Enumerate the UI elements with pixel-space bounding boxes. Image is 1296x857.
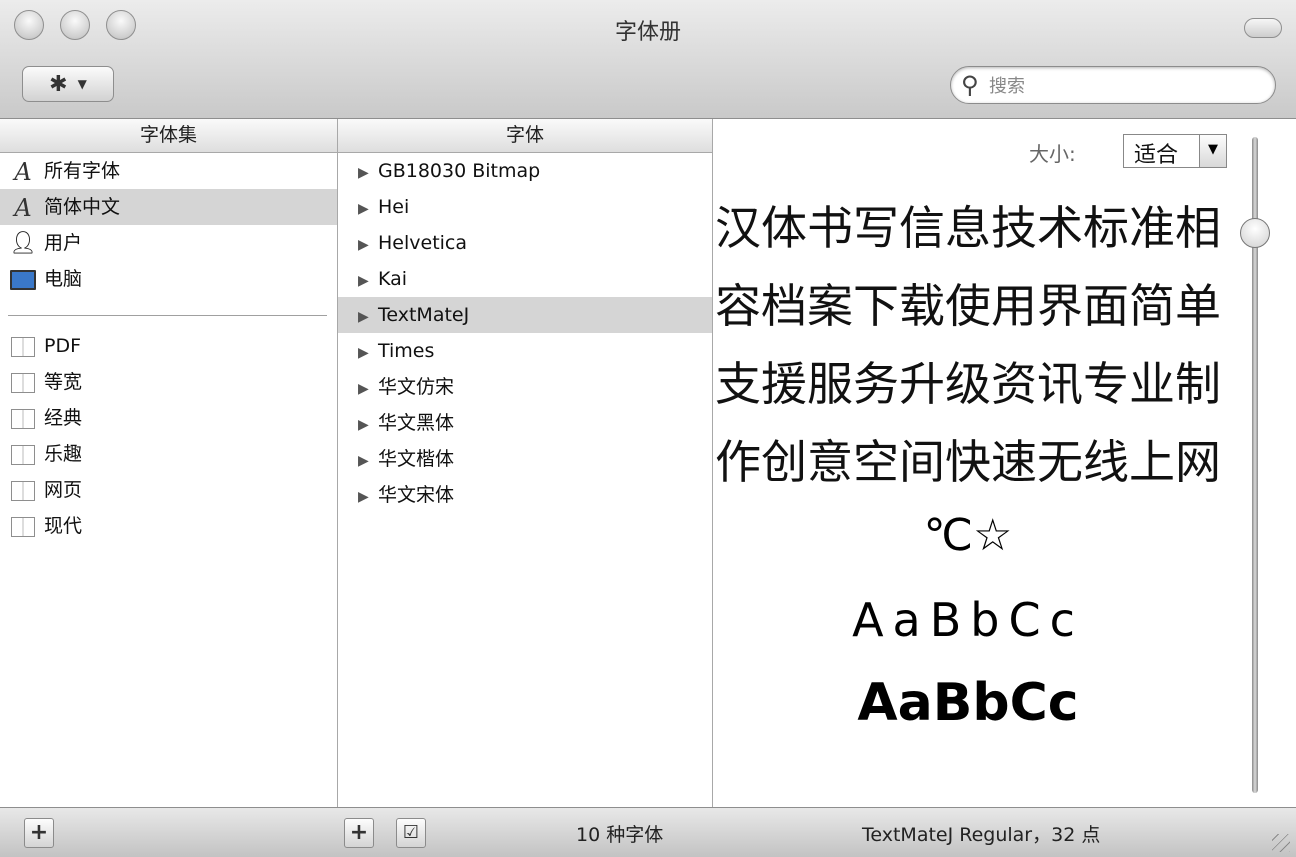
size-select[interactable]: 适合 ▼ xyxy=(1123,134,1227,168)
font-label: 华文仿宋 xyxy=(378,376,455,398)
collection-item-web[interactable]: 网页 xyxy=(0,472,337,508)
search-field[interactable]: ⚲ xyxy=(950,66,1276,104)
collection-label: 乐趣 xyxy=(44,443,83,465)
preview-line: 汉体书写信息技术标准相 xyxy=(715,201,1221,255)
collection-label: 经典 xyxy=(44,407,83,429)
selected-font-info: TextMateJ Regular，32 点 xyxy=(862,824,1101,846)
collection-divider xyxy=(8,315,327,316)
collection-item-fun[interactable]: 乐趣 xyxy=(0,436,337,472)
collection-item-modern[interactable]: 现代 xyxy=(0,508,337,544)
collections-pane: 字体集 A 所有字体 A 简体中文 👤︎ 用户 电脑 PDF 等宽 经典 乐趣 网页 xyxy=(0,119,338,807)
font-label: Kai xyxy=(378,268,408,290)
collection-icon xyxy=(8,401,38,437)
font-item[interactable]: ▶ Kai xyxy=(338,261,712,297)
preview-symbols: ℃☆ xyxy=(923,510,1013,561)
disclosure-triangle-icon[interactable]: ▶ xyxy=(358,299,378,335)
chevron-down-icon[interactable]: ▼ xyxy=(1199,135,1226,167)
action-menu-button[interactable]: ✱ ▼ xyxy=(22,66,114,102)
preview-line: 支援服务升级资讯专业制 xyxy=(715,357,1221,411)
disclosure-triangle-icon[interactable]: ▶ xyxy=(358,227,378,263)
collection-label: 简体中文 xyxy=(44,196,121,218)
font-label: TextMateJ xyxy=(378,304,470,326)
size-label: 大小: xyxy=(1029,142,1076,166)
collection-item-pdf[interactable]: PDF xyxy=(0,328,337,364)
search-input[interactable] xyxy=(987,73,1261,99)
script-a-icon: A xyxy=(14,157,32,186)
font-label: Hei xyxy=(378,196,410,218)
font-preview: 汉体书写信息技术标准相 容档案下载使用界面简单 支援服务升级资讯专业制 作创意空… xyxy=(713,189,1223,745)
window-title: 字体册 xyxy=(614,20,681,45)
collection-item-computer[interactable]: 电脑 xyxy=(0,261,337,297)
collection-label: 等宽 xyxy=(44,371,83,393)
plus-icon: + xyxy=(349,820,369,845)
font-label: 华文楷体 xyxy=(378,448,455,470)
font-label: Helvetica xyxy=(378,232,468,254)
collection-icon xyxy=(8,365,38,401)
disclosure-triangle-icon[interactable]: ▶ xyxy=(358,155,378,191)
collection-label: 现代 xyxy=(44,515,83,537)
status-bar: + + ☑ 10 种字体 TextMateJ Regular，32 点 xyxy=(0,807,1296,857)
font-label: Times xyxy=(378,340,435,362)
disclosure-triangle-icon[interactable]: ▶ xyxy=(358,443,378,479)
collection-icon xyxy=(8,473,38,509)
checkbox-icon: ☑ xyxy=(402,822,420,843)
font-label: 华文黑体 xyxy=(378,412,455,434)
collection-item-monospace[interactable]: 等宽 xyxy=(0,364,337,400)
computer-icon xyxy=(8,262,38,298)
collection-label: 用户 xyxy=(44,232,83,254)
collection-icon xyxy=(8,437,38,473)
chevron-down-icon: ▼ xyxy=(77,77,87,91)
font-label: 华文宋体 xyxy=(378,484,455,506)
search-icon: ⚲ xyxy=(961,71,979,99)
font-count: 10 种字体 xyxy=(576,824,664,846)
collection-item-classic[interactable]: 经典 xyxy=(0,400,337,436)
collection-label: 所有字体 xyxy=(44,160,121,182)
preview-latin-bold: AaBbCc xyxy=(857,673,1079,733)
font-book-window: 字体册 ✱ ▼ ⚲ 字体集 A 所有字体 A 简体中文 👤︎ 用户 电脑 PDF xyxy=(0,0,1296,857)
fonts-header[interactable]: 字体 xyxy=(338,119,712,153)
size-slider-knob[interactable] xyxy=(1240,218,1270,249)
add-font-button[interactable]: + xyxy=(344,818,374,848)
add-collection-button[interactable]: + xyxy=(24,818,54,848)
plus-icon: + xyxy=(29,820,49,845)
font-item[interactable]: ▶ GB18030 Bitmap xyxy=(338,153,712,189)
collection-item-simplified-chinese[interactable]: A 简体中文 xyxy=(0,189,337,225)
disclosure-triangle-icon[interactable]: ▶ xyxy=(358,407,378,443)
preview-latin-regular: AaBbCc xyxy=(852,593,1084,647)
toolbar-toggle-button[interactable] xyxy=(1244,18,1282,38)
disclosure-triangle-icon[interactable]: ▶ xyxy=(358,263,378,299)
font-item-selected[interactable]: ▶ TextMateJ xyxy=(338,297,712,333)
disclosure-triangle-icon[interactable]: ▶ xyxy=(358,335,378,371)
title-toolbar: 字体册 ✱ ▼ ⚲ xyxy=(0,0,1296,119)
script-a-icon: A xyxy=(14,193,32,222)
resize-grip-icon[interactable] xyxy=(1272,834,1290,852)
font-item[interactable]: ▶ Helvetica xyxy=(338,225,712,261)
font-item[interactable]: ▶ 华文黑体 xyxy=(338,405,712,441)
collection-icon xyxy=(8,509,38,545)
enable-font-button[interactable]: ☑ xyxy=(396,818,426,848)
disclosure-triangle-icon[interactable]: ▶ xyxy=(358,371,378,407)
preview-line: 作创意空间快速无线上网 xyxy=(715,435,1221,489)
fonts-pane: 字体 ▶ GB18030 Bitmap ▶ Hei ▶ Helvetica ▶ Kai … xyxy=(338,119,713,807)
font-item[interactable]: ▶ 华文楷体 xyxy=(338,441,712,477)
collection-item-all-fonts[interactable]: A 所有字体 xyxy=(0,153,337,189)
collection-label: 电脑 xyxy=(44,268,83,290)
gear-icon: ✱ xyxy=(49,71,68,97)
size-value: 适合 xyxy=(1134,143,1179,168)
collection-icon xyxy=(8,329,38,365)
font-item[interactable]: ▶ 华文宋体 xyxy=(338,477,712,513)
disclosure-triangle-icon[interactable]: ▶ xyxy=(358,479,378,515)
collections-header[interactable]: 字体集 xyxy=(0,119,337,153)
preview-line: 容档案下载使用界面简单 xyxy=(715,279,1221,333)
collection-item-user[interactable]: 👤︎ 用户 xyxy=(0,225,337,261)
font-label: GB18030 Bitmap xyxy=(378,160,541,182)
font-item[interactable]: ▶ 华文仿宋 xyxy=(338,369,712,405)
preview-pane: 大小: 适合 ▼ 汉体书写信息技术标准相 容档案下载使用界面简单 支援服务升级资… xyxy=(713,119,1296,807)
collection-label: 网页 xyxy=(44,479,83,501)
collection-label: PDF xyxy=(44,335,82,357)
font-item[interactable]: ▶ Times xyxy=(338,333,712,369)
user-icon: 👤︎ xyxy=(9,230,37,256)
font-item[interactable]: ▶ Hei xyxy=(338,189,712,225)
disclosure-triangle-icon[interactable]: ▶ xyxy=(358,191,378,227)
